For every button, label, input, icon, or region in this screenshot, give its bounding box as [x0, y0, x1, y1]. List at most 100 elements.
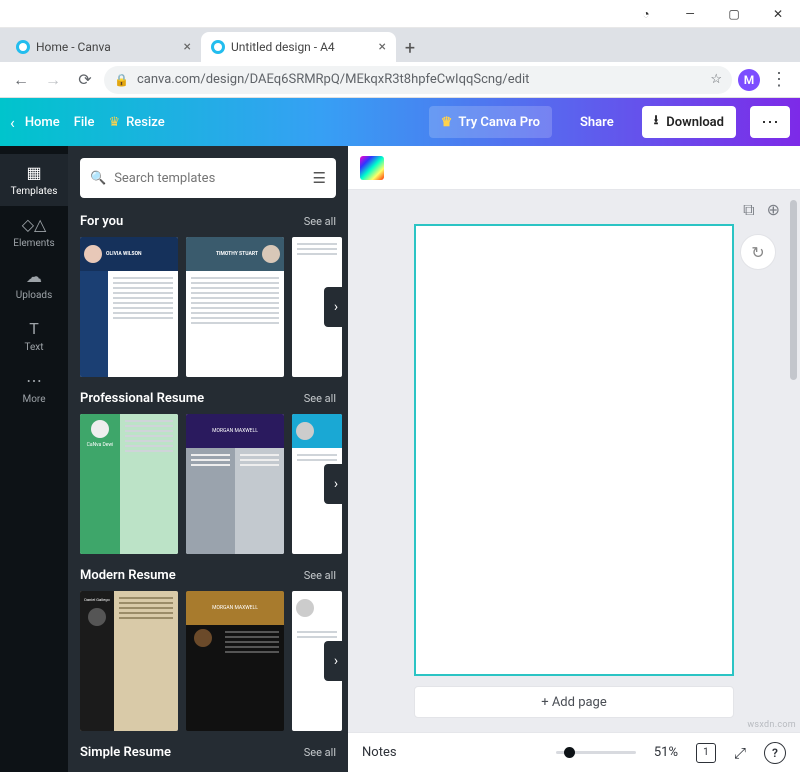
templates-panel: 🔍 ☰ For you See all OLIVIA WILSON TIMOTH…	[68, 146, 348, 772]
tab-label: Untitled design - A4	[231, 40, 373, 54]
section-title: Professional Resume	[80, 391, 204, 406]
color-picker-button[interactable]	[360, 156, 384, 180]
zoom-slider[interactable]	[556, 751, 636, 754]
reload-button[interactable]: ⟳	[72, 67, 98, 93]
rail-text[interactable]: T Text	[0, 310, 68, 362]
template-card[interactable]: MORGAN MAXWELL	[186, 591, 284, 731]
close-tab-icon[interactable]: ×	[184, 39, 191, 55]
template-card[interactable]: TIMOTHY STUART	[186, 237, 284, 377]
lock-icon: 🔒	[114, 73, 129, 87]
maximize-button[interactable]: ▢	[712, 0, 756, 28]
rail-uploads[interactable]: ☁ Uploads	[0, 258, 68, 310]
rail-templates[interactable]: ▦ Templates	[0, 154, 68, 206]
canva-favicon-icon	[16, 40, 30, 54]
download-button[interactable]: ⭳ Download	[642, 106, 736, 138]
design-page[interactable]	[414, 224, 734, 676]
filter-icon[interactable]: ☰	[313, 169, 326, 187]
see-all-link[interactable]: See all	[304, 215, 336, 228]
url-text: canva.com/design/DAEq6SRMRpQ/MEkqxR3t8hp…	[137, 72, 529, 87]
add-page-icon[interactable]: ⊕	[767, 200, 780, 220]
template-row-for-you: OLIVIA WILSON TIMOTHY STUART ›	[80, 237, 336, 377]
card-name: MORGAN MAXWELL	[212, 605, 258, 611]
section-title: Modern Resume	[80, 568, 176, 583]
search-icon: 🔍	[90, 171, 106, 186]
canva-topbar: ‹ Home File ♛ Resize ♛ Try Canva Pro Sha…	[0, 98, 800, 146]
more-button[interactable]: ⋯	[750, 106, 790, 138]
rail-label: Elements	[13, 238, 54, 249]
crown-icon: ♛	[441, 115, 453, 130]
home-link[interactable]: Home	[25, 115, 60, 130]
notes-button[interactable]: Notes	[362, 745, 397, 760]
template-card[interactable]: MORGAN MAXWELL	[186, 414, 284, 554]
card-name: OLIVIA WILSON	[106, 251, 142, 257]
window-titlebar: ◔ — ▢ ✕	[0, 0, 800, 28]
back-button[interactable]: ←	[8, 67, 34, 93]
rail-label: More	[22, 394, 45, 405]
template-row-professional: CaNva Dewi MORGAN MAXWELL ›	[80, 414, 336, 554]
see-all-link[interactable]: See all	[304, 746, 336, 759]
template-row-modern: Daniel Gallego MORGAN MAXWELL ›	[80, 591, 336, 731]
new-tab-button[interactable]: +	[396, 34, 424, 62]
rail-label: Uploads	[16, 290, 52, 301]
templates-icon: ▦	[26, 163, 41, 182]
browser-toolbar: ← → ⟳ 🔒 canva.com/design/DAEq6SRMRpQ/MEk…	[0, 62, 800, 98]
rail-label: Templates	[11, 186, 58, 197]
vertical-scrollbar[interactable]	[789, 194, 797, 766]
fullscreen-icon[interactable]: ⤢	[734, 744, 746, 762]
side-rail: ▦ Templates ◇△ Elements ☁ Uploads T Text…	[0, 146, 68, 772]
page-count-button[interactable]: 1	[696, 743, 716, 763]
help-button[interactable]: ?	[764, 742, 786, 764]
watermark: wsxdn.com	[747, 720, 796, 730]
template-card[interactable]: Daniel Gallego	[80, 591, 178, 731]
card-name: TIMOTHY STUART	[216, 251, 258, 257]
download-label: Download	[666, 115, 724, 130]
card-name: CaNva Dewi	[87, 442, 114, 448]
text-icon: T	[29, 319, 39, 338]
canva-favicon-icon	[211, 40, 225, 54]
search-field[interactable]	[114, 171, 304, 186]
row-next-button[interactable]: ›	[324, 287, 348, 327]
row-next-button[interactable]: ›	[324, 464, 348, 504]
tab-label: Home - Canva	[36, 40, 178, 54]
section-title: Simple Resume	[80, 745, 171, 760]
uploads-icon: ☁	[26, 267, 42, 286]
resize-menu[interactable]: ♛ Resize	[108, 115, 164, 130]
row-next-button[interactable]: ›	[324, 641, 348, 681]
chevron-left-icon[interactable]: ‹	[10, 113, 15, 132]
close-tab-icon[interactable]: ×	[379, 39, 386, 55]
browser-tab-home[interactable]: Home - Canva ×	[6, 32, 201, 62]
incognito-icon: ◔	[624, 0, 668, 28]
zoom-value[interactable]: 51%	[654, 745, 678, 760]
close-window-button[interactable]: ✕	[756, 0, 800, 28]
download-icon: ⭳	[654, 111, 659, 133]
rail-elements[interactable]: ◇△ Elements	[0, 206, 68, 258]
section-title: For you	[80, 214, 123, 229]
elements-icon: ◇△	[22, 215, 47, 234]
browser-menu-button[interactable]: ⋮	[766, 69, 792, 90]
see-all-link[interactable]: See all	[304, 569, 336, 582]
address-bar[interactable]: 🔒 canva.com/design/DAEq6SRMRpQ/MEkqxR3t8…	[104, 66, 732, 94]
minimize-button[interactable]: —	[668, 0, 712, 28]
try-pro-button[interactable]: ♛ Try Canva Pro	[429, 106, 552, 138]
search-templates-input[interactable]: 🔍 ☰	[80, 158, 336, 198]
template-card[interactable]: OLIVIA WILSON	[80, 237, 178, 377]
add-page-button[interactable]: + Add page	[414, 686, 734, 718]
forward-button[interactable]: →	[40, 67, 66, 93]
browser-tabstrip: Home - Canva × Untitled design - A4 × +	[0, 28, 800, 62]
card-name: MORGAN MAXWELL	[212, 428, 258, 434]
try-pro-label: Try Canva Pro	[458, 115, 540, 130]
template-card[interactable]: CaNva Dewi	[80, 414, 178, 554]
file-menu[interactable]: File	[74, 115, 95, 130]
undo-button[interactable]: ↻	[740, 234, 776, 270]
see-all-link[interactable]: See all	[304, 392, 336, 405]
duplicate-page-icon[interactable]: ⧉	[743, 200, 754, 220]
share-button[interactable]: Share	[566, 106, 628, 138]
crown-icon: ♛	[108, 115, 120, 130]
rail-more[interactable]: ⋯ More	[0, 362, 68, 414]
rail-label: Text	[24, 342, 43, 353]
profile-avatar[interactable]: M	[738, 69, 760, 91]
star-icon[interactable]: ☆	[710, 72, 722, 87]
bottom-bar: Notes 51% 1 ⤢ ?	[348, 732, 800, 772]
card-name: Daniel Gallego	[84, 597, 110, 602]
browser-tab-design[interactable]: Untitled design - A4 ×	[201, 32, 396, 62]
